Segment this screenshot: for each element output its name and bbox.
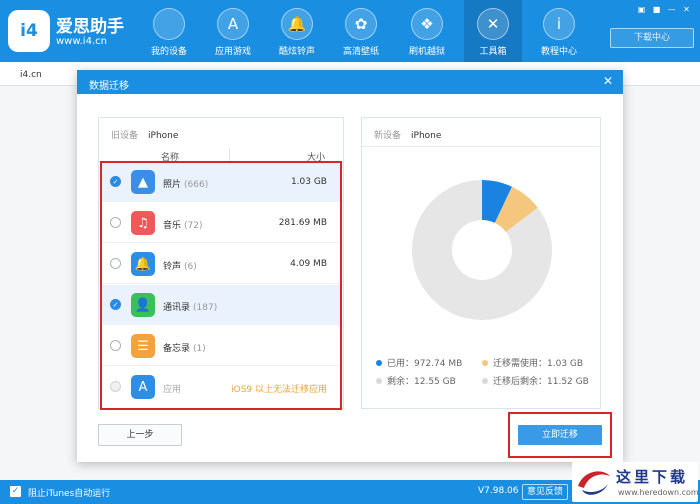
info-icon: i	[543, 8, 575, 40]
apple-icon	[153, 8, 185, 40]
legend-dot-used	[376, 360, 382, 366]
nav-my-device[interactable]: 我的设备	[140, 0, 198, 62]
nav-toolbox[interactable]: ✕ 工具箱	[464, 0, 522, 62]
new-device-header: 新设备 iPhone	[374, 131, 442, 141]
nav-ringtones[interactable]: 🔔 酷炫铃声	[268, 0, 326, 62]
nav-wallpapers[interactable]: ✿ 高清壁纸	[332, 0, 390, 62]
nav-apps-games[interactable]: A 应用游戏	[204, 0, 262, 62]
highlight-box-list	[100, 161, 342, 410]
highlight-box-start	[508, 412, 612, 458]
legend-row-1: 已用：972.74 MB 迁移需使用：1.03 GB	[376, 356, 596, 370]
old-device-header: 旧设备 iPhone	[111, 131, 179, 141]
nav-flash-jailbreak[interactable]: ❖ 刷机越狱	[398, 0, 456, 62]
column-separator	[229, 148, 230, 162]
menu-icon[interactable]: ■	[651, 4, 662, 15]
skin-icon[interactable]: ▣	[636, 4, 647, 15]
window-controls: ▣ ■ — ✕	[636, 4, 692, 15]
flower-icon: ✿	[345, 8, 377, 40]
panel-divider	[362, 146, 600, 147]
app-store-icon: A	[217, 8, 249, 40]
watermark-text: 这里下载	[616, 468, 689, 486]
bell-icon: 🔔	[281, 8, 313, 40]
dialog-header: 数据迁移 ✕	[77, 70, 623, 94]
close-icon[interactable]: ✕	[681, 4, 692, 15]
legend-dot-after	[482, 378, 488, 384]
dialog-title: 数据迁移	[89, 81, 129, 92]
legend-dot-free	[376, 378, 382, 384]
watermark-url: www.heredown.com	[618, 488, 699, 497]
minimize-icon[interactable]: —	[666, 4, 677, 15]
download-center-button[interactable]: 下载中心	[610, 28, 694, 48]
top-bar: i4 爱思助手 www.i4.cn 我的设备 A 应用游戏 🔔 酷炫铃声 ✿ 高…	[0, 0, 700, 62]
old-device-name: iPhone	[148, 131, 179, 141]
legend-needed: 迁移需使用：1.03 GB	[482, 356, 583, 369]
dialog-close-icon[interactable]: ✕	[603, 74, 613, 88]
nav-tutorials[interactable]: i 教程中心	[530, 0, 588, 62]
storage-donut-chart	[412, 180, 552, 320]
watermark-swoosh-icon	[578, 471, 610, 495]
new-device-name: iPhone	[411, 131, 442, 141]
column-header: 名称 大小	[99, 148, 343, 163]
version-text: V7.98.06	[478, 486, 519, 496]
legend-dot-needed	[482, 360, 488, 366]
data-migration-dialog: 数据迁移 ✕ 旧设备 iPhone 名称 大小 新设备 iPhone 已用：972.…	[77, 70, 623, 462]
tools-icon: ✕	[477, 8, 509, 40]
logo: i4	[8, 10, 50, 52]
block-itunes-checkbox[interactable]: ✓	[10, 486, 21, 497]
watermark: 这里下载 www.heredown.com	[572, 462, 699, 502]
brand-url: www.i4.cn	[56, 36, 107, 47]
brand-name: 爱思助手	[56, 17, 124, 37]
tab-i4cn[interactable]: i4.cn	[20, 70, 42, 80]
legend-after: 迁移后剩余：11.52 GB	[482, 374, 589, 387]
dropbox-icon: ❖	[411, 8, 443, 40]
block-itunes-label[interactable]: 阻止iTunes自动运行	[28, 486, 110, 499]
legend-used: 已用：972.74 MB	[376, 356, 462, 369]
previous-step-button[interactable]: 上一步	[98, 424, 182, 446]
new-device-panel: 新设备 iPhone 已用：972.74 MB 迁移需使用：1.03 GB 剩余：…	[361, 117, 601, 409]
legend-row-2: 剩余：12.55 GB 迁移后剩余：11.52 GB	[376, 374, 596, 388]
feedback-button[interactable]: 意见反馈	[522, 484, 568, 500]
legend-free: 剩余：12.55 GB	[376, 374, 456, 387]
